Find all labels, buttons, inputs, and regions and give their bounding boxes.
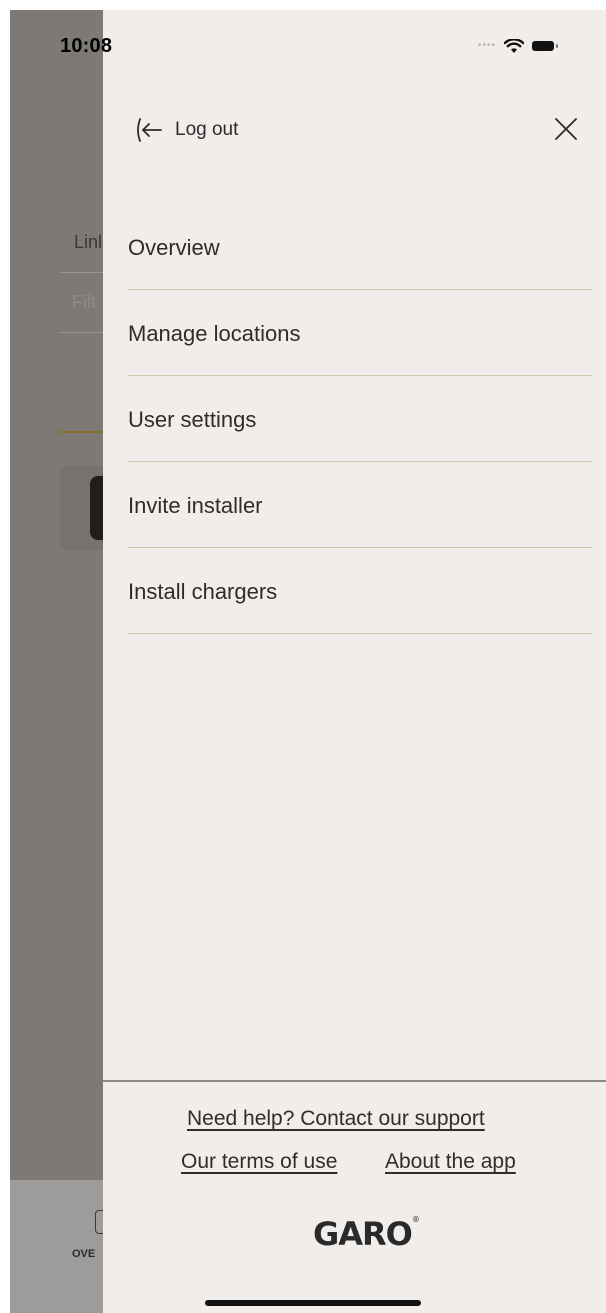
about-app-link[interactable]: About the app	[385, 1150, 516, 1174]
wifi-icon	[504, 38, 525, 53]
drawer-menu: Overview Manage locations User settings …	[128, 204, 592, 634]
status-time: 10:08	[60, 35, 113, 57]
battery-icon	[532, 41, 559, 51]
support-link[interactable]: Need help? Contact our support	[187, 1107, 485, 1131]
close-button[interactable]	[551, 114, 581, 144]
logout-label: Log out	[175, 119, 239, 140]
garo-logo-text: GARO	[313, 1215, 413, 1253]
menu-item-invite-installer[interactable]: Invite installer	[128, 462, 592, 548]
menu-item-user-settings[interactable]: User settings	[128, 376, 592, 462]
terms-of-use-link[interactable]: Our terms of use	[181, 1150, 337, 1174]
home-indicator	[205, 1300, 421, 1306]
footer-divider	[103, 1080, 606, 1082]
registered-mark: ®	[411, 1215, 420, 1224]
logout-arrow-icon	[137, 118, 162, 142]
background-nav-label: OVE	[72, 1248, 96, 1260]
cellular-signal-icon: ••••	[478, 40, 497, 51]
status-icons: ••••	[478, 38, 559, 54]
menu-item-overview[interactable]: Overview	[128, 204, 592, 290]
logout-button[interactable]: Log out	[133, 115, 238, 145]
menu-item-install-chargers[interactable]: Install chargers	[128, 548, 592, 634]
close-icon	[555, 118, 577, 140]
side-drawer: Log out Overview Manage locations User s…	[103, 10, 606, 1313]
background-tab-label: Linl	[74, 232, 103, 252]
menu-item-manage-locations[interactable]: Manage locations	[128, 290, 592, 376]
garo-logo: GARO®	[313, 1215, 420, 1253]
background-filter-input: Filt	[72, 292, 96, 312]
